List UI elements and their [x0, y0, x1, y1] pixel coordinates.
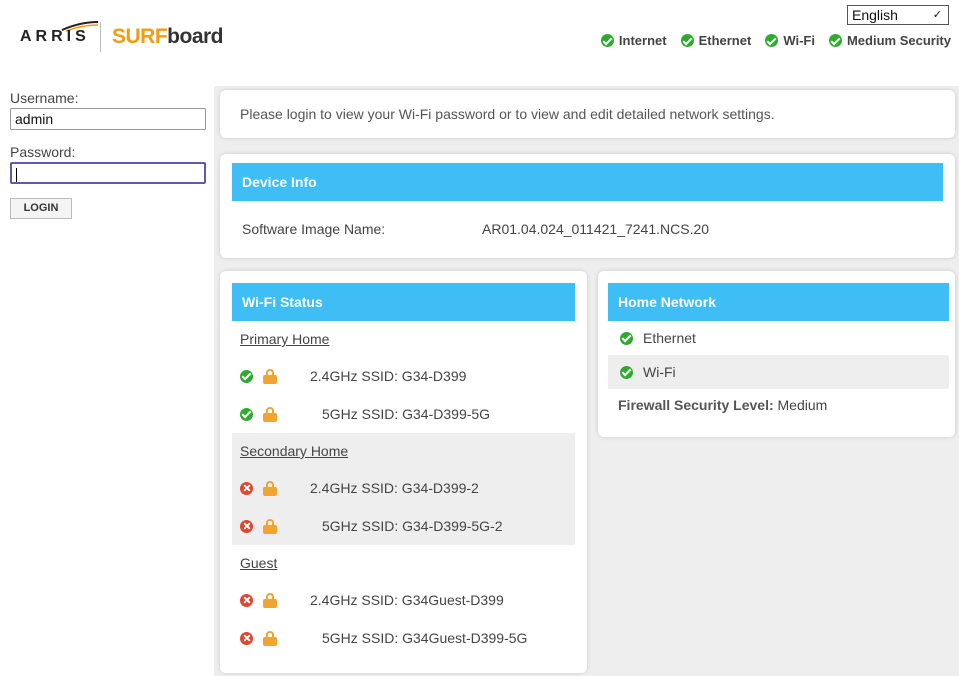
arris-surfboard-logo: ARRIS SURFboard [20, 16, 230, 56]
wifi-section-guest: Guest 2.4GHz SSID: G34Guest-D399 5GHz SS… [232, 545, 575, 657]
wifi-section-secondary: Secondary Home 2.4GHz SSID: G34-D399-2 5… [232, 433, 575, 545]
home-network-item-label: Wi-Fi [643, 364, 676, 380]
firewall-label: Firewall Security Level: [618, 397, 774, 413]
home-network-item: Ethernet [608, 321, 949, 355]
lock-icon [263, 368, 277, 384]
wifi-status-panel: Wi-Fi Status Primary Home 2.4GHz SSID: G… [220, 271, 587, 673]
language-select[interactable]: English ✓ [847, 5, 949, 25]
check-circle-icon [240, 369, 253, 383]
lock-icon [263, 518, 277, 534]
home-network-item: Wi-Fi [608, 355, 949, 389]
x-circle-icon [240, 519, 253, 533]
ssid-label: 2.4GHz SSID: G34Guest-D399 [310, 592, 504, 608]
x-circle-icon [240, 593, 253, 607]
chevron-down-icon: ✓ [932, 9, 942, 21]
lock-icon [263, 630, 277, 646]
status-security: Medium Security [828, 33, 951, 48]
firewall-security-level: Firewall Security Level: Medium [618, 397, 955, 413]
wifi-row: 2.4GHz SSID: G34-D399 [232, 357, 575, 395]
wifi-section-title: Guest [240, 555, 278, 571]
wifi-row: 5GHz SSID: G34-D399-5G [232, 395, 575, 433]
home-network-item-label: Ethernet [643, 330, 696, 346]
wifi-row: 5GHz SSID: G34Guest-D399-5G [232, 619, 575, 657]
arris-wordmark: ARRIS [20, 28, 90, 45]
check-circle-icon [765, 34, 779, 47]
home-network-panel: Home Network Ethernet Wi-Fi Firewall Sec… [598, 271, 955, 437]
software-image-label: Software Image Name: [242, 221, 386, 237]
wifi-section-primary: Primary Home 2.4GHz SSID: G34-D399 5GHz … [232, 321, 575, 433]
ssid-label: 5GHz SSID: G34Guest-D399-5G [322, 630, 528, 646]
status-internet: Internet [600, 33, 667, 48]
wifi-row: 2.4GHz SSID: G34Guest-D399 [232, 581, 575, 619]
ssid-label: 2.4GHz SSID: G34-D399 [310, 368, 467, 384]
check-circle-icon [600, 34, 614, 47]
login-message-panel: Please login to view your Wi-Fi password… [220, 90, 955, 138]
ssid-label: 2.4GHz SSID: G34-D399-2 [310, 480, 479, 496]
language-selected-value: English [852, 7, 898, 23]
login-message: Please login to view your Wi-Fi password… [240, 106, 775, 122]
wifi-section-title: Primary Home [240, 331, 330, 347]
check-circle-icon [620, 331, 633, 345]
home-network-header: Home Network [608, 283, 949, 321]
software-image-row: Software Image Name: AR01.04.024_011421_… [220, 221, 955, 237]
check-circle-icon [620, 365, 633, 379]
ssid-label: 5GHz SSID: G34-D399-5G-2 [322, 518, 503, 534]
wifi-row: 2.4GHz SSID: G34-D399-2 [232, 469, 575, 507]
username-input[interactable]: admin [10, 108, 206, 130]
status-ethernet: Ethernet [680, 33, 751, 48]
connection-status-bar: Internet Ethernet Wi-Fi Medium Security [600, 33, 951, 48]
device-info-header: Device Info [232, 163, 943, 201]
username-label: Username: [10, 90, 79, 106]
password-label: Password: [10, 144, 76, 160]
check-circle-icon [240, 407, 253, 421]
login-form: Username: admin Password: LOGIN [10, 90, 210, 219]
logo-divider [100, 22, 101, 52]
surfboard-wordmark: SURFboard [112, 25, 224, 48]
wifi-section-title: Secondary Home [240, 443, 349, 459]
check-circle-icon [680, 34, 694, 47]
login-button[interactable]: LOGIN [10, 198, 72, 219]
device-info-panel: Device Info Software Image Name: AR01.04… [220, 154, 955, 258]
wifi-row: 5GHz SSID: G34-D399-5G-2 [232, 507, 575, 545]
wifi-status-header: Wi-Fi Status [232, 283, 575, 321]
check-circle-icon [828, 34, 842, 47]
lock-icon [263, 480, 277, 496]
firewall-value: Medium [777, 397, 828, 413]
status-wifi: Wi-Fi [765, 33, 815, 48]
x-circle-icon [240, 631, 253, 645]
ssid-label: 5GHz SSID: G34-D399-5G [322, 406, 491, 422]
password-input[interactable] [10, 162, 206, 184]
lock-icon [263, 592, 277, 608]
x-circle-icon [240, 481, 253, 495]
lock-icon [263, 406, 277, 422]
software-image-value: AR01.04.024_011421_7241.NCS.20 [482, 221, 710, 237]
text-caret [16, 168, 17, 183]
